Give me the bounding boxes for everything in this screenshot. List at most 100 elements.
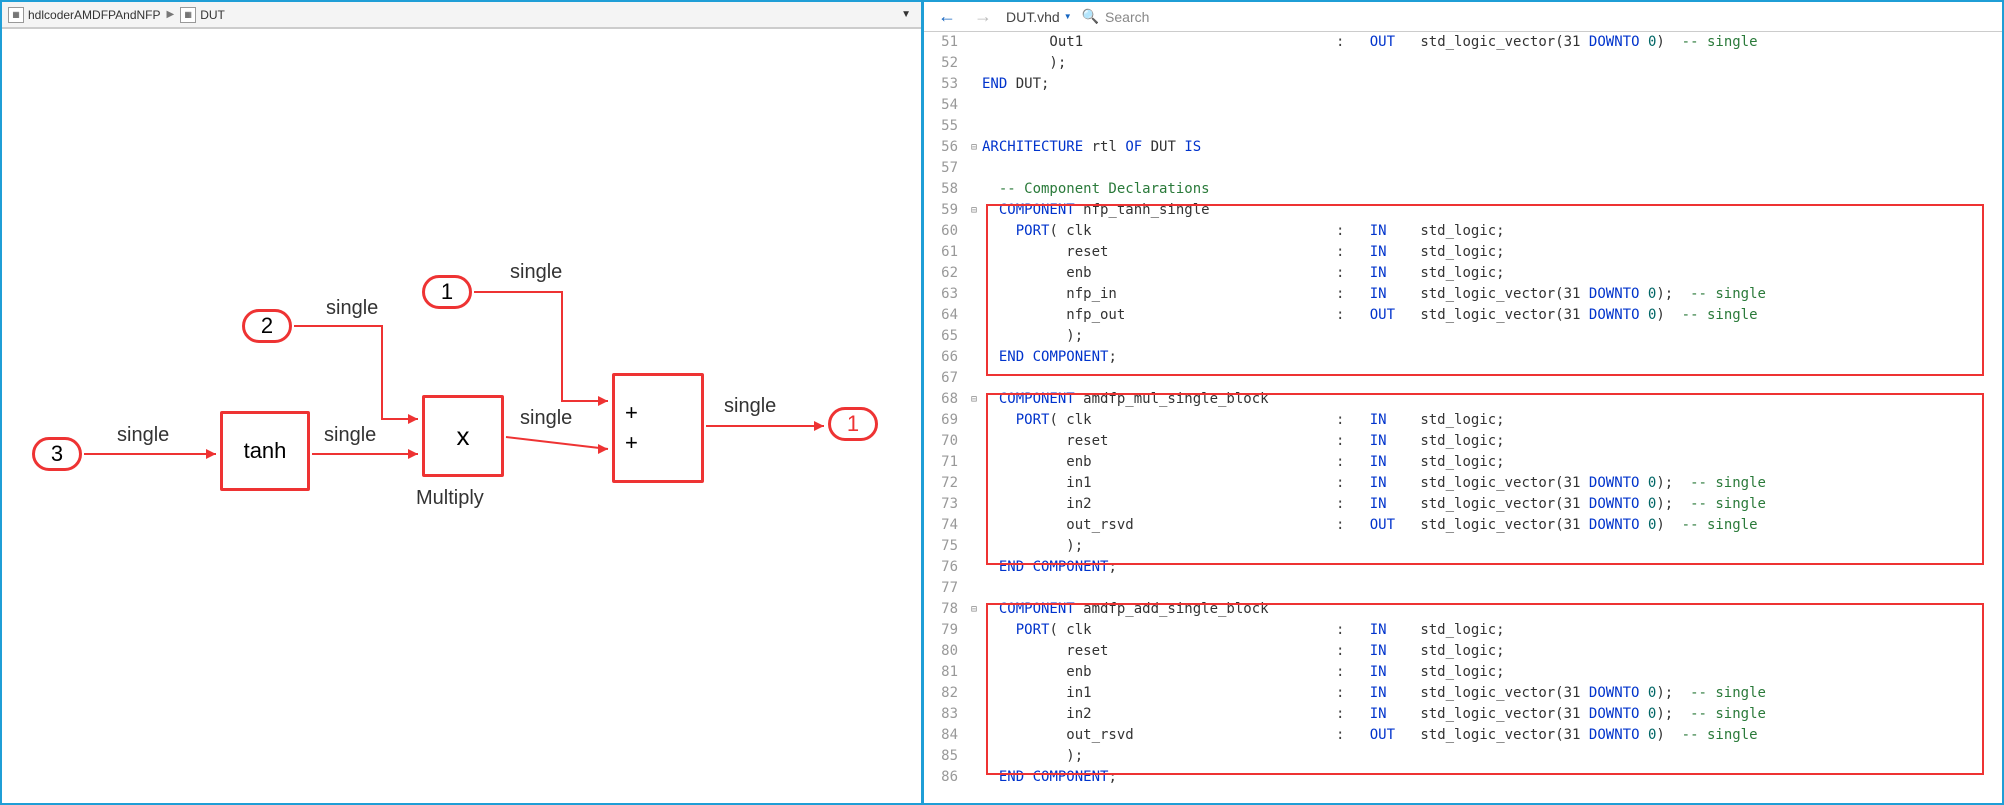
diagram-panel: ▦ hdlcoderAMDFPAndNFP ▶ ▦ DUT ▼ (2, 2, 924, 803)
code-line[interactable]: 72 in1 : IN std_logic_vector(31 DOWNTO 0… (924, 473, 2002, 494)
line-number: 71 (924, 452, 966, 473)
code-text: nfp_in : IN std_logic_vector(31 DOWNTO 0… (982, 284, 2002, 305)
line-number: 74 (924, 515, 966, 536)
code-text: END COMPONENT; (982, 557, 2002, 578)
tanh-block[interactable]: tanh (220, 411, 310, 491)
file-dropdown[interactable]: DUT.vhd ▼ (1006, 9, 1072, 25)
code-line[interactable]: 58 -- Component Declarations (924, 179, 2002, 200)
code-text: in1 : IN std_logic_vector(31 DOWNTO 0); … (982, 683, 2002, 704)
code-line[interactable]: 56⊟ARCHITECTURE rtl OF DUT IS (924, 137, 2002, 158)
breadcrumb-root[interactable]: hdlcoderAMDFPAndNFP (28, 8, 161, 22)
code-line[interactable]: 51 Out1 : OUT std_logic_vector(31 DOWNTO… (924, 32, 2002, 53)
code-line[interactable]: 81 enb : IN std_logic; (924, 662, 2002, 683)
code-line[interactable]: 64 nfp_out : OUT std_logic_vector(31 DOW… (924, 305, 2002, 326)
code-line[interactable]: 82 in1 : IN std_logic_vector(31 DOWNTO 0… (924, 683, 2002, 704)
inport-1[interactable]: 1 (422, 275, 472, 309)
line-number: 66 (924, 347, 966, 368)
code-line[interactable]: 66 END COMPONENT; (924, 347, 2002, 368)
code-line[interactable]: 75 ); (924, 536, 2002, 557)
code-line[interactable]: 85 ); (924, 746, 2002, 767)
code-editor[interactable]: 51 Out1 : OUT std_logic_vector(31 DOWNTO… (924, 32, 2002, 803)
line-number: 72 (924, 473, 966, 494)
code-text: PORT( clk : IN std_logic; (982, 221, 2002, 242)
code-line[interactable]: 71 enb : IN std_logic; (924, 452, 2002, 473)
code-line[interactable]: 53END DUT; (924, 74, 2002, 95)
code-line[interactable]: 68⊟ COMPONENT amdfp_mul_single_block (924, 389, 2002, 410)
code-line[interactable]: 61 reset : IN std_logic; (924, 242, 2002, 263)
code-text: out_rsvd : OUT std_logic_vector(31 DOWNT… (982, 515, 2002, 536)
code-line[interactable]: 69 PORT( clk : IN std_logic; (924, 410, 2002, 431)
line-number: 58 (924, 179, 966, 200)
fold-toggle-icon[interactable]: ⊟ (966, 200, 982, 221)
multiply-block[interactable]: x (422, 395, 504, 477)
line-number: 68 (924, 389, 966, 410)
code-text: reset : IN std_logic; (982, 641, 2002, 662)
diagram-canvas[interactable]: 3 2 1 1 tanh x + + Multiply single singl… (2, 28, 921, 803)
code-line[interactable]: 54 (924, 95, 2002, 116)
search-input[interactable]: 🔍 Search (1082, 8, 1992, 25)
line-number: 76 (924, 557, 966, 578)
nav-forward-icon[interactable]: → (970, 6, 996, 27)
code-line[interactable]: 67 (924, 368, 2002, 389)
code-text: ARCHITECTURE rtl OF DUT IS (982, 137, 2002, 158)
line-number: 52 (924, 53, 966, 74)
code-line[interactable]: 84 out_rsvd : OUT std_logic_vector(31 DO… (924, 725, 2002, 746)
code-text: ); (982, 746, 2002, 767)
signal-type-label: single (510, 261, 562, 284)
inport-2[interactable]: 2 (242, 309, 292, 343)
code-panel: ← → DUT.vhd ▼ 🔍 Search 51 Out1 : OUT std… (924, 2, 2002, 803)
inport-3[interactable]: 3 (32, 437, 82, 471)
line-number: 79 (924, 620, 966, 641)
code-line[interactable]: 79 PORT( clk : IN std_logic; (924, 620, 2002, 641)
outport-1[interactable]: 1 (828, 407, 878, 441)
code-line[interactable]: 70 reset : IN std_logic; (924, 431, 2002, 452)
code-line[interactable]: 62 enb : IN std_logic; (924, 263, 2002, 284)
code-text: out_rsvd : OUT std_logic_vector(31 DOWNT… (982, 725, 2002, 746)
fold-toggle-icon[interactable]: ⊟ (966, 137, 982, 158)
signal-type-label: single (326, 297, 378, 320)
code-line[interactable]: 60 PORT( clk : IN std_logic; (924, 221, 2002, 242)
code-line[interactable]: 74 out_rsvd : OUT std_logic_vector(31 DO… (924, 515, 2002, 536)
code-text: enb : IN std_logic; (982, 662, 2002, 683)
multiply-label: Multiply (416, 487, 484, 510)
code-text: Out1 : OUT std_logic_vector(31 DOWNTO 0)… (982, 32, 2002, 53)
line-number: 78 (924, 599, 966, 620)
code-line[interactable]: 77 (924, 578, 2002, 599)
signal-type-label: single (724, 395, 776, 418)
plus-icon: + (625, 430, 638, 456)
code-line[interactable]: 83 in2 : IN std_logic_vector(31 DOWNTO 0… (924, 704, 2002, 725)
code-text: in1 : IN std_logic_vector(31 DOWNTO 0); … (982, 473, 2002, 494)
code-line[interactable]: 57 (924, 158, 2002, 179)
fold-toggle-icon[interactable]: ⊟ (966, 389, 982, 410)
code-line[interactable]: 59⊟ COMPONENT nfp_tanh_single (924, 200, 2002, 221)
code-line[interactable]: 73 in2 : IN std_logic_vector(31 DOWNTO 0… (924, 494, 2002, 515)
code-line[interactable]: 55 (924, 116, 2002, 137)
line-number: 55 (924, 116, 966, 137)
code-text: in2 : IN std_logic_vector(31 DOWNTO 0); … (982, 704, 2002, 725)
fold-toggle-icon[interactable]: ⊟ (966, 599, 982, 620)
add-block[interactable]: + + (612, 373, 704, 483)
code-line[interactable]: 52 ); (924, 53, 2002, 74)
code-line[interactable]: 63 nfp_in : IN std_logic_vector(31 DOWNT… (924, 284, 2002, 305)
code-line[interactable]: 86 END COMPONENT; (924, 767, 2002, 788)
line-number: 80 (924, 641, 966, 662)
code-line[interactable]: 76 END COMPONENT; (924, 557, 2002, 578)
line-number: 54 (924, 95, 966, 116)
code-line[interactable]: 80 reset : IN std_logic; (924, 641, 2002, 662)
subsystem-icon: ▦ (180, 7, 196, 23)
code-text: COMPONENT nfp_tanh_single (982, 200, 2002, 221)
breadcrumb-leaf[interactable]: DUT (200, 8, 225, 22)
line-number: 60 (924, 221, 966, 242)
code-text: reset : IN std_logic; (982, 431, 2002, 452)
plus-icon: + (625, 400, 638, 426)
nav-back-icon[interactable]: ← (934, 6, 960, 27)
line-number: 67 (924, 368, 966, 389)
code-text: COMPONENT amdfp_mul_single_block (982, 389, 2002, 410)
line-number: 69 (924, 410, 966, 431)
breadcrumb-dropdown-icon[interactable]: ▼ (901, 9, 915, 20)
code-text: nfp_out : OUT std_logic_vector(31 DOWNTO… (982, 305, 2002, 326)
code-line[interactable]: 78⊟ COMPONENT amdfp_add_single_block (924, 599, 2002, 620)
code-text: enb : IN std_logic; (982, 263, 2002, 284)
code-line[interactable]: 65 ); (924, 326, 2002, 347)
line-number: 73 (924, 494, 966, 515)
